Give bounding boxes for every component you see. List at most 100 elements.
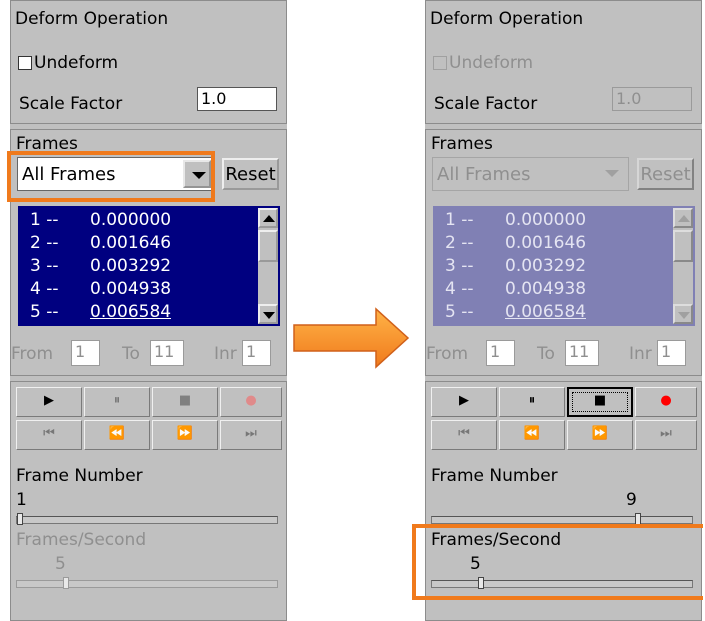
inr-input[interactable]: 1 (657, 340, 686, 366)
scroll-down-button[interactable] (258, 304, 278, 324)
list-item[interactable]: 4 -- 0.004938 (445, 279, 586, 299)
first-frame-button[interactable]: ⏮ (431, 420, 497, 450)
frame-time: 0.006584 (90, 302, 172, 322)
list-item[interactable]: 1 -- 0.000000 (30, 210, 171, 230)
record-button[interactable]: ● (635, 387, 697, 417)
frame-time: 0.004938 (505, 279, 587, 299)
scale-factor-input[interactable]: 1.0 (612, 87, 692, 111)
frames-per-second-slider-thumb[interactable] (63, 577, 69, 589)
frame-index: 1 -- (445, 210, 474, 230)
from-input[interactable]: 1 (486, 340, 515, 366)
stop-button[interactable]: ■ (152, 387, 218, 417)
frames-section: Frames All Frames Reset 1 -- 0.000000 2 -… (425, 129, 702, 376)
pause-button[interactable]: ⏸ (84, 387, 150, 417)
pause-icon: ⏸ (528, 393, 536, 408)
scroll-down-button[interactable] (673, 304, 693, 324)
play-button[interactable]: ▶ (16, 387, 82, 417)
last-frame-button[interactable]: ⏭ (220, 420, 282, 450)
frames-list[interactable]: 1 -- 0.000000 2 -- 0.001646 3 -- 0.003292 4… (18, 206, 280, 326)
chevron-down-icon (605, 170, 619, 177)
frame-number-slider[interactable] (16, 513, 278, 525)
frames-select[interactable]: All Frames (432, 157, 629, 191)
arrow-down-icon (263, 312, 275, 319)
to-input[interactable]: 11 (565, 340, 599, 366)
list-item[interactable]: 2 -- 0.001646 (445, 233, 586, 253)
reset-button[interactable]: Reset (637, 158, 694, 190)
stop-icon: ■ (593, 393, 607, 408)
frame-index: 5 -- (445, 302, 474, 322)
frames-per-second-slider[interactable] (16, 577, 278, 589)
from-input[interactable]: 1 (71, 340, 100, 366)
undeform-checkbox[interactable] (18, 56, 32, 70)
record-icon: ● (660, 393, 672, 408)
scroll-thumb[interactable] (258, 230, 278, 262)
step-forward-button[interactable]: ⏩ (567, 420, 633, 450)
pause-button[interactable]: ⏸ (499, 387, 565, 417)
play-icon: ▶ (459, 393, 469, 408)
list-item[interactable]: 5 -- 0.006584 (30, 302, 171, 324)
last-frame-button[interactable]: ⏭ (635, 420, 697, 450)
from-label: From (11, 344, 54, 364)
playback-section: ▶ ⏸ ■ ● ⏮ ⏪ ⏩ ⏭ Frame Number 1 Frames/Se… (10, 381, 287, 621)
deform-operation-section: Deform Operation Undeform Scale Factor 1… (10, 0, 287, 124)
first-frame-button[interactable]: ⏮ (16, 420, 82, 450)
animation-panel-left: Deform Operation Undeform Scale Factor 1… (10, 0, 287, 621)
frame-number-slider-thumb[interactable] (17, 513, 23, 525)
frame-index: 2 -- (30, 233, 59, 253)
step-back-button[interactable]: ⏪ (499, 420, 565, 450)
deform-operation-section: Deform Operation Undeform Scale Factor 1… (425, 0, 702, 124)
frame-index: 4 -- (30, 279, 59, 299)
list-item[interactable]: 1 -- 0.000000 (445, 210, 586, 230)
step-back-button[interactable]: ⏪ (84, 420, 150, 450)
scale-factor-label: Scale Factor (19, 94, 123, 114)
play-icon: ▶ (44, 393, 54, 408)
scroll-up-button[interactable] (673, 208, 693, 228)
transition-arrow-icon (293, 307, 410, 369)
frame-time: 0.000000 (505, 210, 587, 230)
reset-button-label: Reset (640, 164, 691, 185)
frame-number-label: Frame Number (16, 466, 143, 486)
frame-number-slider[interactable] (431, 513, 693, 525)
scroll-up-button[interactable] (258, 208, 278, 228)
play-button[interactable]: ▶ (431, 387, 497, 417)
highlight-frames-per-second (412, 524, 703, 600)
frames-list[interactable]: 1 -- 0.000000 2 -- 0.001646 3 -- 0.003292 4… (433, 206, 695, 326)
undeform-label: Undeform (34, 53, 119, 73)
frames-per-second-value: 5 (55, 554, 66, 574)
list-item[interactable]: 2 -- 0.001646 (30, 233, 171, 253)
reset-button[interactable]: Reset (222, 158, 279, 190)
record-button[interactable]: ● (220, 387, 282, 417)
frame-index: 1 -- (30, 210, 59, 230)
deform-operation-title: Deform Operation (15, 9, 169, 29)
frames-list-scrollbar[interactable] (673, 208, 693, 324)
arrow-down-icon (678, 312, 690, 319)
frame-time: 0.001646 (90, 233, 172, 253)
inr-input[interactable]: 1 (242, 340, 271, 366)
list-item[interactable]: 3 -- 0.003292 (30, 256, 171, 276)
list-item[interactable]: 3 -- 0.003292 (445, 256, 586, 276)
to-label: To (537, 344, 555, 364)
scale-factor-label: Scale Factor (434, 94, 538, 114)
frames-list-scrollbar[interactable] (258, 208, 278, 324)
frame-time: 0.001646 (505, 233, 587, 253)
step-forward-icon: ⏩ (591, 426, 609, 441)
step-forward-button[interactable]: ⏩ (152, 420, 218, 450)
scale-factor-input[interactable]: 1.0 (197, 87, 277, 111)
frame-index: 4 -- (445, 279, 474, 299)
skip-end-icon: ⏭ (660, 426, 672, 441)
frames-select-dropdown-button[interactable] (598, 160, 626, 188)
list-item[interactable]: 5 -- 0.006584 (445, 302, 586, 324)
frame-time: 0.003292 (505, 256, 587, 276)
arrow-up-icon (263, 215, 275, 222)
pause-icon: ⏸ (113, 393, 121, 408)
list-item[interactable]: 4 -- 0.004938 (30, 279, 171, 299)
to-label: To (122, 344, 140, 364)
frame-index: 3 -- (30, 256, 59, 276)
undeform-checkbox[interactable] (433, 56, 447, 70)
frame-number-value: 1 (16, 490, 27, 510)
to-input[interactable]: 11 (150, 340, 184, 366)
scroll-thumb[interactable] (673, 230, 693, 262)
stop-button[interactable]: ■ (567, 387, 633, 417)
frame-time: 0.003292 (90, 256, 172, 276)
frame-index: 3 -- (445, 256, 474, 276)
